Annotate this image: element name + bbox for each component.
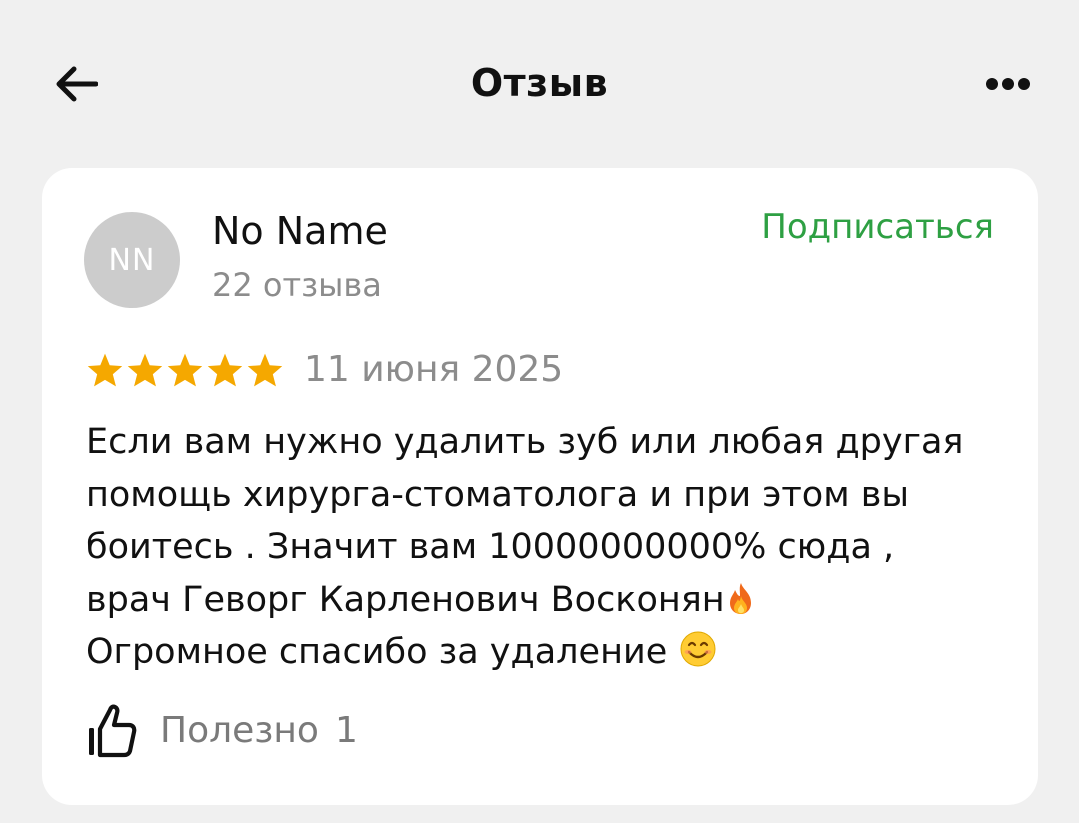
avatar[interactable]: NN xyxy=(84,212,180,308)
useful-label: Полезно xyxy=(160,709,319,751)
star-rating xyxy=(86,352,284,388)
review-line: Огромное спасибо за удаление xyxy=(86,632,668,672)
more-button[interactable] xyxy=(978,62,1038,106)
star-filled-icon xyxy=(87,353,123,387)
author-name[interactable]: No Name xyxy=(212,206,388,256)
star-filled-icon xyxy=(247,353,283,387)
thumbs-up-icon xyxy=(89,704,137,758)
author-review-count: 22 отзыва xyxy=(212,266,382,304)
review-line-with-emoji: врач Геворг Карленович Восконян xyxy=(86,574,1006,627)
review-date: 11 июня 2025 xyxy=(304,349,564,390)
top-bar: Отзыв xyxy=(0,0,1079,165)
avatar-initials: NN xyxy=(108,242,156,278)
review-line: Если вам нужно удалить зуб или любая дру… xyxy=(86,422,964,462)
star-filled-icon xyxy=(207,353,243,387)
smiling-face-emoji xyxy=(680,631,716,667)
page-title: Отзыв xyxy=(470,61,609,105)
subscribe-button[interactable]: Подписаться xyxy=(761,204,994,250)
more-horizontal-icon xyxy=(986,78,1030,90)
review-text: Если вам нужно удалить зуб или любая дру… xyxy=(86,416,1006,679)
review-line: врач Геворг Карленович Восконян xyxy=(86,579,725,620)
review-card: NN No Name 22 отзыва Подписаться 11 июня… xyxy=(42,168,1038,805)
review-line: помощь хирурга-стоматолога и при этом вы xyxy=(86,474,909,515)
review-line-with-emoji: Огромное спасибо за удаление xyxy=(86,626,1006,679)
useful-count: 1 xyxy=(334,709,358,751)
fire-emoji xyxy=(729,582,751,614)
star-filled-icon xyxy=(127,353,163,387)
star-filled-icon xyxy=(167,353,203,387)
review-line: боитесь . Значит вам 10000000000% сюда , xyxy=(86,527,895,567)
useful-button[interactable]: Полезно 1 xyxy=(86,698,358,762)
rating-row: 11 июня 2025 xyxy=(86,348,563,392)
